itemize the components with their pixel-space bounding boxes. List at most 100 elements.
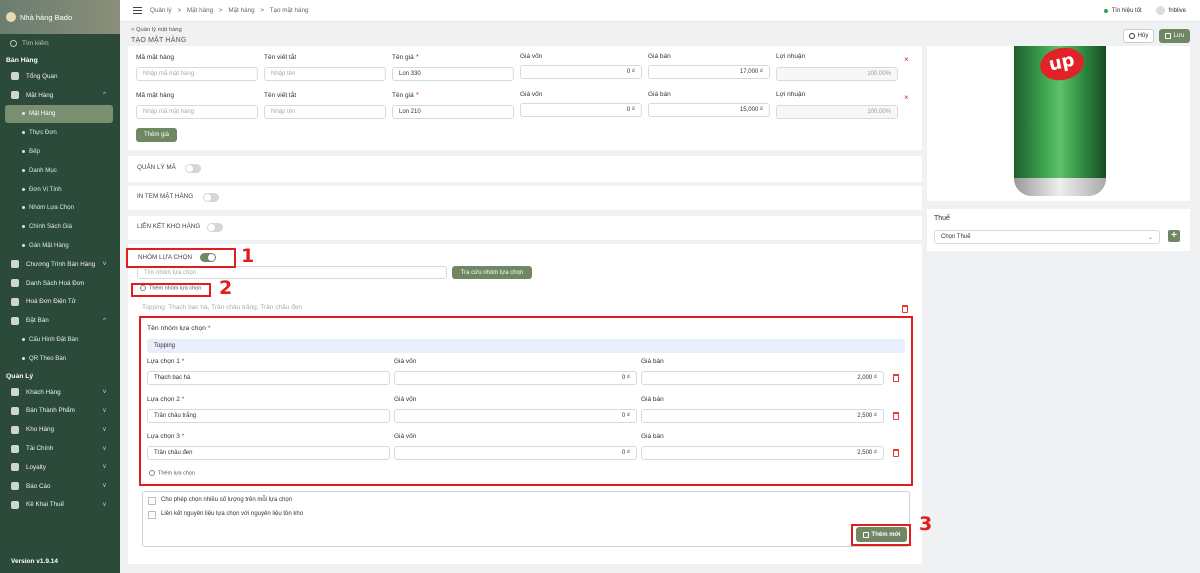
bullet-icon [22, 168, 25, 172]
chevron-icon: v [103, 501, 106, 508]
price-header-code: Mã mặt hàng [136, 54, 174, 61]
sidebar-item[interactable]: Tổng Quan [0, 67, 120, 86]
sidebar-item-label: Chương Trình Bán Hàng [26, 260, 96, 268]
bullet-icon [22, 225, 25, 229]
required-mark: * [416, 92, 419, 99]
menu-item-icon [11, 444, 19, 453]
sidebar-item-label: Kho Hàng [26, 426, 55, 434]
inventory-link-label: LIÊN KẾT KHO HÀNG [137, 223, 201, 230]
short-name-input[interactable]: Nhập tên [264, 67, 386, 81]
bullet-icon [22, 150, 25, 154]
sidebar-subitem[interactable]: Danh Mục [0, 161, 120, 180]
code-mgmt-toggle[interactable] [185, 164, 201, 173]
remove-price-icon[interactable]: × [904, 93, 909, 102]
inventory-link-toggle[interactable] [207, 223, 223, 232]
menu-item-icon [11, 297, 19, 306]
price-header-price_name: Tên giá [392, 92, 414, 99]
price-header-code: Mã mặt hàng [136, 92, 174, 99]
profit-field: 100.00% [776, 105, 898, 119]
breadcrumb-item[interactable]: Mặt hàng [187, 7, 213, 14]
menu-toggle-icon[interactable] [133, 6, 142, 16]
sidebar-item[interactable]: Kho Hàng v [0, 420, 120, 439]
lookup-option-group-button[interactable]: Tra cứu nhóm lựa chọn [452, 266, 532, 279]
sidebar-subitem[interactable]: Bếp [0, 142, 120, 161]
cancel-button[interactable]: Hủy [1123, 29, 1154, 43]
delete-group-icon[interactable] [902, 305, 908, 313]
chevron-icon: v [103, 445, 106, 452]
topbar-status: Tín hiệu tốt fnblive [1103, 6, 1186, 15]
sidebar-item[interactable]: Đặt Bàn ^ [0, 311, 120, 330]
link-material-checkbox[interactable] [148, 511, 156, 519]
tax-select[interactable]: Chọn Thuế ⌄ [934, 230, 1160, 244]
search-icon [10, 39, 17, 47]
sell-price-input[interactable]: 17,000 ₫ [648, 65, 770, 79]
sidebar-search[interactable]: Tìm kiếm [0, 34, 120, 52]
add-price-button[interactable]: Thêm giá [136, 128, 177, 142]
product-image[interactable]: up [927, 46, 1190, 201]
bullet-icon [22, 187, 25, 191]
sidebar-item[interactable]: Danh Sách Hoá Đơn [0, 274, 120, 293]
sidebar-subitem[interactable]: Thực Đơn [0, 123, 120, 142]
print-label-toggle[interactable] [203, 193, 219, 202]
sidebar-item[interactable]: Mặt Hàng ^ [0, 86, 120, 105]
sidebar-subitem[interactable]: Chính Sách Giá [0, 217, 120, 236]
link-material-label: Liên kết nguyên liệu lựa chọn với nguyên… [161, 511, 304, 517]
section-manage-title: Quản Lý [6, 372, 34, 380]
chevron-icon: v [103, 426, 106, 433]
sidebar-subitem[interactable]: Mặt Hàng [5, 104, 113, 124]
sell-price-input[interactable]: 15,000 ₫ [648, 103, 770, 117]
menu-item-icon [11, 406, 19, 415]
breadcrumb-separator: > [260, 7, 265, 14]
sidebar-item[interactable]: Khách Hàng v [0, 383, 120, 402]
price-header-short: Tên viết tắt [264, 54, 297, 61]
price-name-input[interactable]: Lon 210 [392, 105, 514, 119]
price-header-price_name: Tên giá [392, 54, 414, 61]
page-title: TẠO MẶT HÀNG [131, 37, 187, 44]
chevron-icon: v [103, 464, 106, 471]
callout-number-3: 3 [919, 513, 933, 535]
sidebar-item-label: Bán Thành Phẩm [26, 407, 75, 415]
sidebar-subitem[interactable]: Cấu Hình Đặt Bàn [0, 330, 120, 349]
price-name-input[interactable]: Lon 330 [392, 67, 514, 81]
item-code-input[interactable]: Nhập mã mặt hàng [136, 105, 258, 119]
option-settings-box: Cho phép chọn nhiều số lượng trên mỗi lự… [142, 491, 910, 547]
add-tax-button[interactable]: + [1168, 230, 1180, 242]
avatar[interactable] [1155, 6, 1165, 15]
back-link[interactable]: < Quản lý mặt hàng [131, 27, 182, 33]
breadcrumb-item[interactable]: Mặt hàng [228, 7, 254, 14]
cost-input[interactable]: 0 ₫ [520, 103, 642, 117]
sidebar-subitem[interactable]: Đơn Vị Tính [0, 180, 120, 199]
sidebar-item[interactable]: Loyalty v [0, 458, 120, 477]
save-button[interactable]: Lưu [1159, 29, 1190, 43]
cost-input[interactable]: 0 ₫ [520, 65, 642, 79]
sidebar-subitem[interactable]: Gán Mặt Hàng [0, 236, 120, 255]
menu-item-icon [11, 91, 19, 100]
menu-item-icon [11, 463, 19, 472]
allow-multi-checkbox[interactable] [148, 497, 156, 505]
sidebar-subitem[interactable]: QR Theo Bàn [0, 349, 120, 368]
sidebar-item[interactable]: Báo Cáo v [0, 477, 120, 496]
chevron-icon: ^ [103, 92, 106, 99]
product-can-image: up [1014, 46, 1106, 196]
sidebar-item-label: Khách Hàng [26, 388, 61, 396]
breadcrumb-item[interactable]: Quản lý [150, 7, 172, 14]
sidebar-item[interactable]: Bán Thành Phẩm v [0, 402, 120, 421]
menu-item-icon [11, 279, 19, 288]
sidebar-subitem-label: Danh Mục [29, 166, 57, 174]
short-name-input[interactable]: Nhập tên [264, 105, 386, 119]
sidebar-item[interactable]: Kê Khai Thuế v [0, 496, 120, 515]
code-mgmt-label: QUẢN LÝ MÃ [137, 164, 176, 171]
menu-item-icon [11, 482, 19, 491]
bullet-icon [22, 244, 25, 248]
sidebar-item[interactable]: Tài Chính v [0, 439, 120, 458]
sidebar-subitem[interactable]: Nhóm Lựa Chọn [0, 199, 120, 218]
signal-status: Tín hiệu tốt [1111, 7, 1142, 14]
sidebar-item[interactable]: Chương Trình Bán Hàng v [0, 255, 120, 274]
item-code-input[interactable]: Nhập mã mặt hàng [136, 67, 258, 81]
allow-multi-label: Cho phép chọn nhiều số lượng trên mỗi lự… [161, 497, 293, 503]
user-name[interactable]: fnblive [1169, 8, 1186, 14]
brand-header[interactable]: Nhà hàng Bado [0, 0, 120, 34]
remove-price-icon[interactable]: × [904, 55, 909, 64]
sidebar-item[interactable]: Hoá Đơn Điện Tử [0, 293, 120, 312]
price-header-sell: Giá bán [648, 53, 671, 60]
